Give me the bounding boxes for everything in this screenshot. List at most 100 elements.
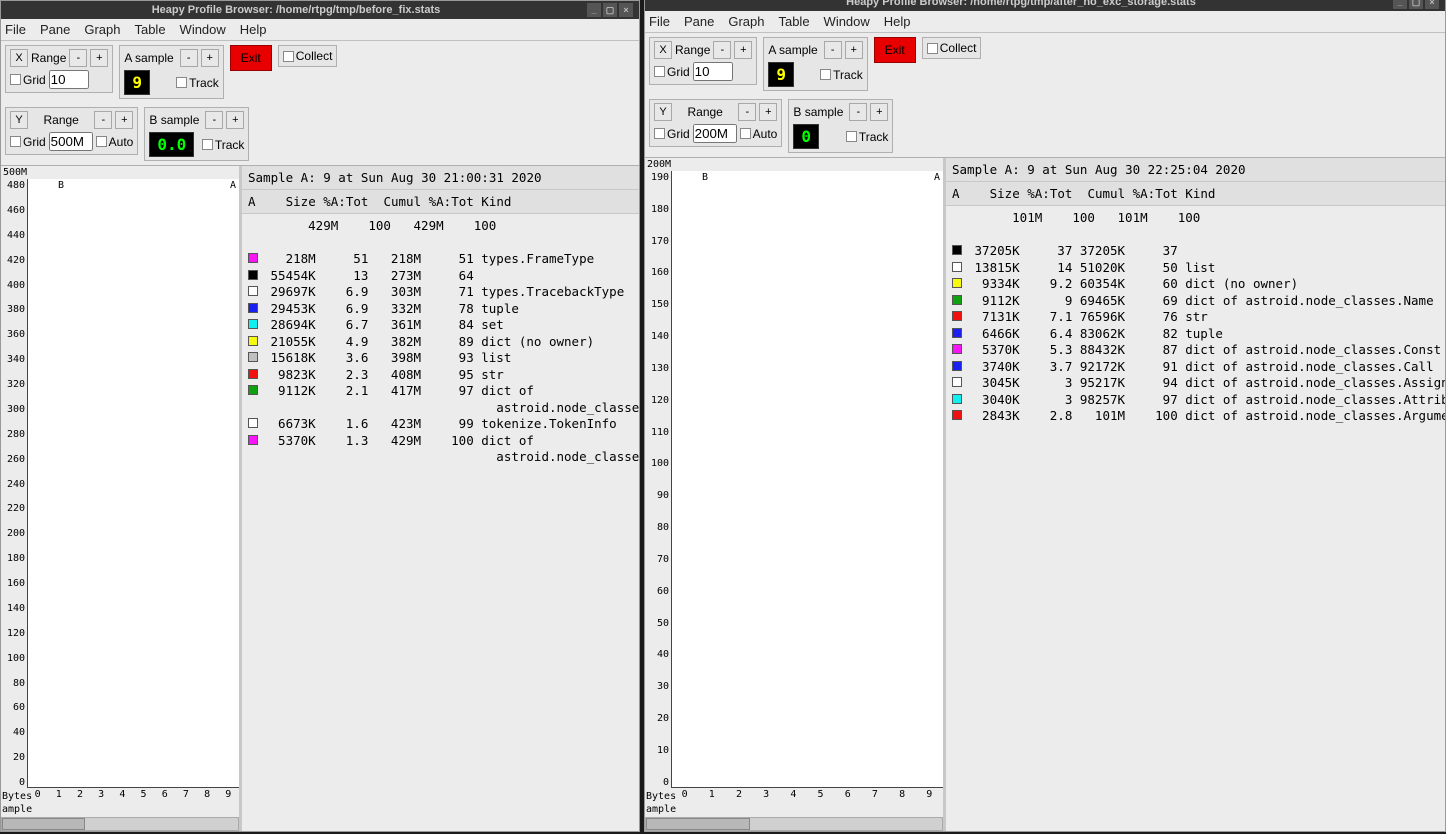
a-sample-inc[interactable]: + <box>201 49 219 67</box>
total-row: 101M 100 101M 100 <box>952 210 1439 227</box>
swatch-icon <box>248 418 258 428</box>
a-sample-inc[interactable]: + <box>845 41 863 59</box>
table-row[interactable]: 3045K 3 95217K 94 dict of astroid.node_c… <box>952 375 1439 392</box>
y-range-inc[interactable]: + <box>115 111 133 129</box>
table-row[interactable]: 28694K 6.7 361M 84 set <box>248 317 633 334</box>
swatch-icon <box>952 328 962 338</box>
x-range-inc[interactable]: + <box>90 49 108 67</box>
y-panel: Y Range - + Grid Auto <box>5 107 138 155</box>
table-row[interactable]: 29697K 6.9 303M 71 types.TracebackType <box>248 284 633 301</box>
menu-table[interactable]: Table <box>134 22 165 37</box>
a-sample-dec[interactable]: - <box>824 41 842 59</box>
y-panel: Y Range - + Grid Auto <box>649 99 782 147</box>
y-grid-check[interactable] <box>10 136 21 147</box>
chart-hscroll[interactable] <box>645 817 943 831</box>
table-row[interactable]: 9112K 2.1 417M 97 dict of <box>248 383 633 400</box>
menu-window[interactable]: Window <box>180 22 226 37</box>
table-row[interactable]: 6673K 1.6 423M 99 tokenize.TokenInfo <box>248 416 633 433</box>
y-range-inc[interactable]: + <box>759 103 777 121</box>
b-sample-lcd: 0.0 <box>149 132 194 157</box>
x-button[interactable]: X <box>10 49 28 67</box>
b-sample-dec[interactable]: - <box>205 111 223 129</box>
y-grid-check[interactable] <box>654 128 665 139</box>
swatch-icon <box>952 311 962 321</box>
table-columns: A Size %A:Tot Cumul %A:Tot Kind <box>242 190 639 214</box>
b-sample-inc[interactable]: + <box>870 103 888 121</box>
y-auto-check[interactable] <box>740 128 751 139</box>
x-range-dec[interactable]: - <box>69 49 87 67</box>
a-sample-lcd: 9 <box>768 62 794 87</box>
exit-button[interactable]: Exit <box>230 45 272 71</box>
menu-file[interactable]: File <box>649 14 670 29</box>
chart-hscroll[interactable] <box>1 817 239 831</box>
a-sample-panel: A sample - + 9 Track <box>763 37 867 91</box>
y-button[interactable]: Y <box>654 103 672 121</box>
table-row[interactable]: 9334K 9.2 60354K 60 dict (no owner) <box>952 276 1439 293</box>
menu-window[interactable]: Window <box>824 14 870 29</box>
table-row[interactable]: 55454K 13 273M 64 <box>248 268 633 285</box>
table-row[interactable]: 6466K 6.4 83062K 82 tuple <box>952 326 1439 343</box>
x-button[interactable]: X <box>654 41 672 59</box>
titlebar[interactable]: Heapy Profile Browser: /home/rtpg/tmp/be… <box>1 1 639 19</box>
table-row[interactable]: 2843K 2.8 101M 100 dict of astroid.node_… <box>952 408 1439 425</box>
collect-check[interactable] <box>283 51 294 62</box>
b-sample-dec[interactable]: - <box>849 103 867 121</box>
table-row[interactable]: 9112K 9 69465K 69 dict of astroid.node_c… <box>952 293 1439 310</box>
y-range-dec[interactable]: - <box>738 103 756 121</box>
exit-button[interactable]: Exit <box>874 37 916 63</box>
table-row[interactable]: 218M 51 218M 51 types.FrameType <box>248 251 633 268</box>
y-range-dec[interactable]: - <box>94 111 112 129</box>
chart-plot[interactable]: B A <box>27 179 239 788</box>
swatch-icon <box>952 262 962 272</box>
a-track-check[interactable] <box>176 77 187 88</box>
x-range-dec[interactable]: - <box>713 41 731 59</box>
a-track-check[interactable] <box>820 69 831 80</box>
table-row[interactable]: 13815K 14 51020K 50 list <box>952 260 1439 277</box>
swatch-icon <box>952 361 962 371</box>
close-icon[interactable]: × <box>619 3 633 17</box>
x-grid-check[interactable] <box>10 74 21 85</box>
menu-help[interactable]: Help <box>884 14 911 29</box>
menu-file[interactable]: File <box>5 22 26 37</box>
menu-table[interactable]: Table <box>778 14 809 29</box>
table-row[interactable]: 15618K 3.6 398M 93 list <box>248 350 633 367</box>
chart-plot[interactable]: B A <box>671 171 943 788</box>
menu-graph[interactable]: Graph <box>728 14 764 29</box>
b-track-check[interactable] <box>846 131 857 142</box>
table-row[interactable]: 29453K 6.9 332M 78 tuple <box>248 301 633 318</box>
menu-pane[interactable]: Pane <box>684 14 714 29</box>
b-sample-inc[interactable]: + <box>226 111 244 129</box>
a-sample-dec[interactable]: - <box>180 49 198 67</box>
x-grid-input[interactable] <box>693 62 733 81</box>
heapy-window: Heapy Profile Browser: /home/rtpg/tmp/af… <box>644 0 1446 832</box>
titlebar[interactable]: Heapy Profile Browser: /home/rtpg/tmp/af… <box>645 0 1445 11</box>
swatch-icon <box>248 253 258 263</box>
y-button[interactable]: Y <box>10 111 28 129</box>
table-row[interactable]: 9823K 2.3 408M 95 str <box>248 367 633 384</box>
table-row[interactable]: 21055K 4.9 382M 89 dict (no owner) <box>248 334 633 351</box>
b-sample-panel: B sample - + 0 Track <box>788 99 893 153</box>
table-row[interactable]: 5370K 1.3 429M 100 dict of <box>248 433 633 450</box>
menu-help[interactable]: Help <box>240 22 267 37</box>
b-track-check[interactable] <box>202 139 213 150</box>
x-grid-input[interactable] <box>49 70 89 89</box>
maximize-icon[interactable]: ▢ <box>1409 0 1423 9</box>
maximize-icon[interactable]: ▢ <box>603 3 617 17</box>
collect-check[interactable] <box>927 43 938 54</box>
range-label: Range <box>675 43 710 57</box>
table-row[interactable]: 5370K 5.3 88432K 87 dict of astroid.node… <box>952 342 1439 359</box>
table-row[interactable]: 3740K 3.7 92172K 91 dict of astroid.node… <box>952 359 1439 376</box>
y-auto-check[interactable] <box>96 136 107 147</box>
minimize-icon[interactable]: _ <box>587 3 601 17</box>
x-range-inc[interactable]: + <box>734 41 752 59</box>
menu-graph[interactable]: Graph <box>84 22 120 37</box>
x-grid-check[interactable] <box>654 66 665 77</box>
table-row[interactable]: 3040K 3 98257K 97 dict of astroid.node_c… <box>952 392 1439 409</box>
minimize-icon[interactable]: _ <box>1393 0 1407 9</box>
y-grid-input[interactable] <box>693 124 737 143</box>
table-row[interactable]: 37205K 37 37205K 37 <box>952 243 1439 260</box>
close-icon[interactable]: × <box>1425 0 1439 9</box>
y-grid-input[interactable] <box>49 132 93 151</box>
menu-pane[interactable]: Pane <box>40 22 70 37</box>
table-row[interactable]: 7131K 7.1 76596K 76 str <box>952 309 1439 326</box>
